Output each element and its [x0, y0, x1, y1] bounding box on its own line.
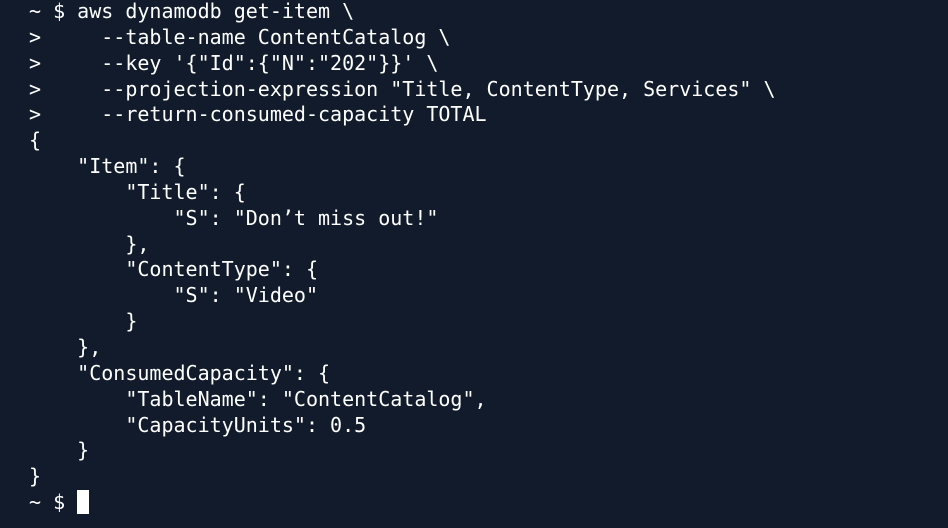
command-line: ~ $ aws dynamodb get-item \ [29, 0, 355, 23]
continuation-line: > --key '{"Id":{"N":"202"}}' \ [29, 50, 439, 75]
output-line: "ConsumedCapacity": { [29, 360, 331, 385]
output-line: "TableName": "ContentCatalog", [29, 386, 487, 411]
output-line: } [29, 309, 138, 334]
output-line: { [29, 128, 42, 153]
output-line: "S": "Video" [29, 283, 318, 308]
output-line: }, [29, 231, 150, 256]
output-line: "CapacityUnits": 0.5 [29, 412, 367, 437]
continuation-line: > --projection-expression "Title, Conten… [29, 76, 776, 101]
text-cursor [77, 490, 90, 515]
output-line: "Item": { [29, 154, 186, 179]
output-line: }, [29, 334, 102, 359]
terminal-window[interactable]: ~ $ aws dynamodb get-item \ > --table-na… [0, 0, 948, 527]
output-line: "S": "Don’t miss out!" [29, 205, 439, 230]
continuation-line: > --return-consumed-capacity TOTAL [29, 102, 487, 127]
prompt: ~ $ [29, 490, 78, 515]
output-line: } [29, 438, 90, 463]
output-line: } [29, 464, 42, 489]
continuation-line: > --table-name ContentCatalog \ [29, 24, 451, 49]
output-line: "Title": { [29, 179, 246, 204]
output-line: "ContentType": { [29, 257, 318, 282]
prompt-line[interactable]: ~ $ [29, 490, 948, 516]
